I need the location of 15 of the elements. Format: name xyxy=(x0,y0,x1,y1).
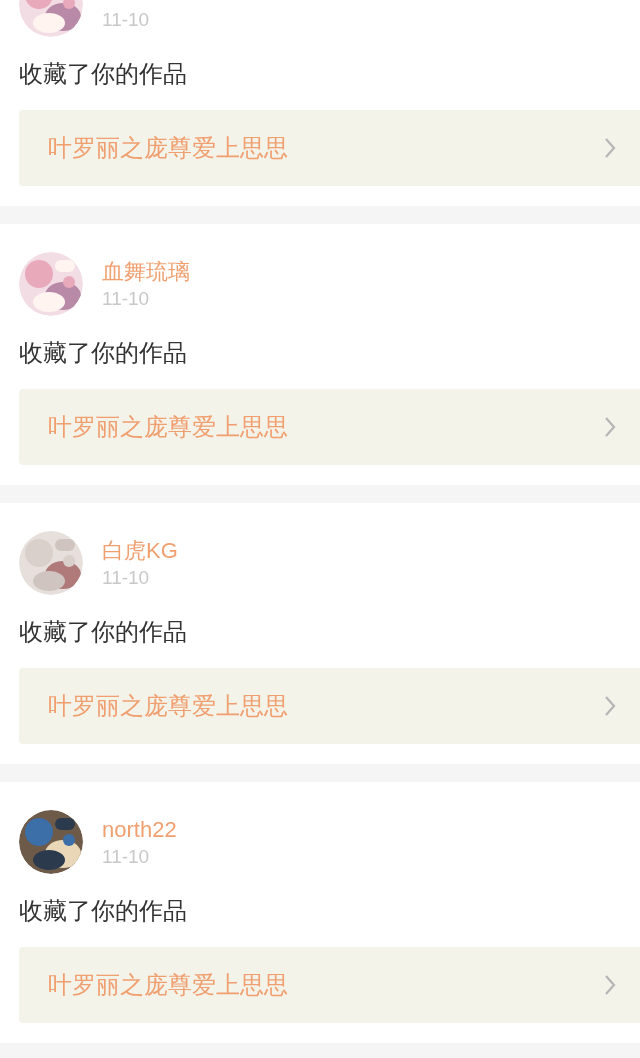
chevron-right-icon xyxy=(604,137,616,159)
chevron-right-icon xyxy=(604,416,616,438)
work-link[interactable]: 叶罗丽之庞尊爱上思思 xyxy=(19,668,640,744)
work-link[interactable]: 叶罗丽之庞尊爱上思思 xyxy=(19,947,640,1023)
user-name[interactable]: north22 xyxy=(102,816,177,844)
work-link[interactable]: 叶罗丽之庞尊爱上思思 xyxy=(19,110,640,186)
user-name[interactable]: 白虎KG xyxy=(102,537,178,565)
action-text: 收藏了你的作品 xyxy=(18,617,188,647)
action-text: 收藏了你的作品 xyxy=(18,59,188,89)
action-text: 收藏了你的作品 xyxy=(18,338,188,368)
work-link[interactable]: 叶罗丽之庞尊爱上思思 xyxy=(19,389,640,465)
user-name[interactable]: 血舞琉璃 xyxy=(102,258,190,286)
chevron-right-icon xyxy=(604,695,616,717)
action-text: 收藏了你的作品 xyxy=(18,896,188,926)
chevron-right-icon xyxy=(604,974,616,996)
